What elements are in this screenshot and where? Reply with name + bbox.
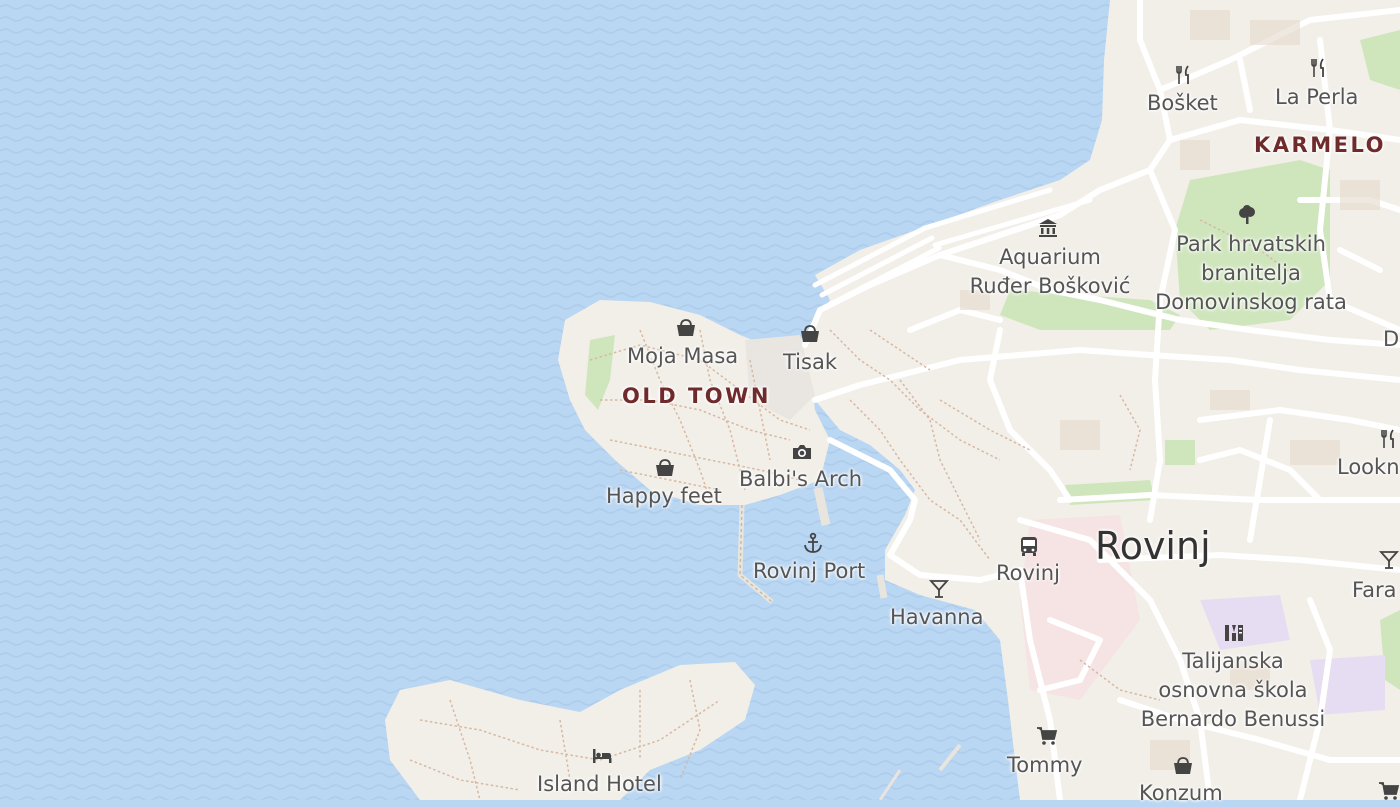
shop-bag-icon[interactable]	[675, 317, 697, 339]
poi-label-tommy[interactable]: Tommy	[1007, 752, 1082, 779]
cocktail-icon[interactable]	[928, 578, 950, 600]
anchor-icon[interactable]	[802, 532, 824, 554]
poi-label-line: osnovna škola	[1158, 677, 1308, 702]
poi-label-havanna[interactable]: Havanna	[890, 604, 983, 631]
district-label-karmelo: KARMELO	[1254, 133, 1386, 157]
poi-label-edge-d[interactable]: D	[1383, 326, 1399, 353]
poi-label-aquarium[interactable]: Aquarium Ruđer Bošković	[964, 243, 1136, 301]
museum-icon[interactable]	[1037, 217, 1059, 239]
poi-label-fara[interactable]: Fara	[1352, 577, 1397, 604]
poi-label-konzum[interactable]: Konzum	[1139, 780, 1223, 807]
poi-label-balbis-arch[interactable]: Balbi's Arch	[739, 466, 862, 493]
district-label-old-town: OLD TOWN	[622, 384, 771, 408]
poi-label-la-perla[interactable]: La Perla	[1275, 84, 1358, 111]
poi-label-happy-feet[interactable]: Happy feet	[606, 483, 722, 510]
poi-label-lookn[interactable]: Lookn	[1337, 454, 1400, 481]
poi-label-line: Ruđer Bošković	[969, 273, 1131, 298]
bus-icon[interactable]	[1018, 535, 1040, 557]
school-icon[interactable]	[1223, 621, 1245, 643]
poi-label-island-hotel[interactable]: Island Hotel	[537, 771, 662, 798]
park-tree-icon[interactable]	[1236, 204, 1258, 226]
shop-bag-icon[interactable]	[1172, 755, 1194, 777]
poi-label-line: branitelja	[1201, 260, 1301, 285]
park-area	[1165, 440, 1195, 465]
hotel-icon[interactable]	[591, 745, 613, 767]
poi-label-bosket[interactable]: Bošket	[1147, 90, 1218, 117]
poi-label-line: Park hrvatskih	[1176, 232, 1326, 256]
pier	[876, 574, 888, 599]
poi-label-park[interactable]: Park hrvatskih branitelja Domovinskog ra…	[1148, 230, 1354, 317]
restaurant-icon[interactable]	[1378, 428, 1400, 450]
cart-icon[interactable]	[1378, 780, 1400, 802]
poi-label-line: Domovinskog rata	[1155, 289, 1347, 314]
restaurant-icon[interactable]	[1173, 64, 1195, 86]
camera-icon[interactable]	[791, 441, 813, 463]
poi-label-rovinj-bus[interactable]: Rovinj	[996, 560, 1060, 587]
poi-label-rovinj-port[interactable]: Rovinj Port	[753, 558, 865, 585]
poi-label-school[interactable]: Talijanska osnovna škola Bernardo Benuss…	[1134, 647, 1332, 734]
city-label-rovinj: Rovinj	[1095, 524, 1211, 568]
poi-label-line: Aquarium	[999, 245, 1101, 269]
poi-label-tisak[interactable]: Tisak	[783, 349, 837, 376]
cart-icon[interactable]	[1036, 725, 1058, 747]
shop-bag-icon[interactable]	[654, 457, 676, 479]
shop-bag-icon[interactable]	[799, 323, 821, 345]
restaurant-icon[interactable]	[1308, 57, 1330, 79]
poi-label-line: Talijanska	[1182, 649, 1284, 673]
poi-label-moja-masa[interactable]: Moja Masa	[627, 343, 738, 370]
cocktail-icon[interactable]	[1378, 549, 1400, 571]
poi-label-line: Bernardo Benussi	[1140, 706, 1326, 731]
